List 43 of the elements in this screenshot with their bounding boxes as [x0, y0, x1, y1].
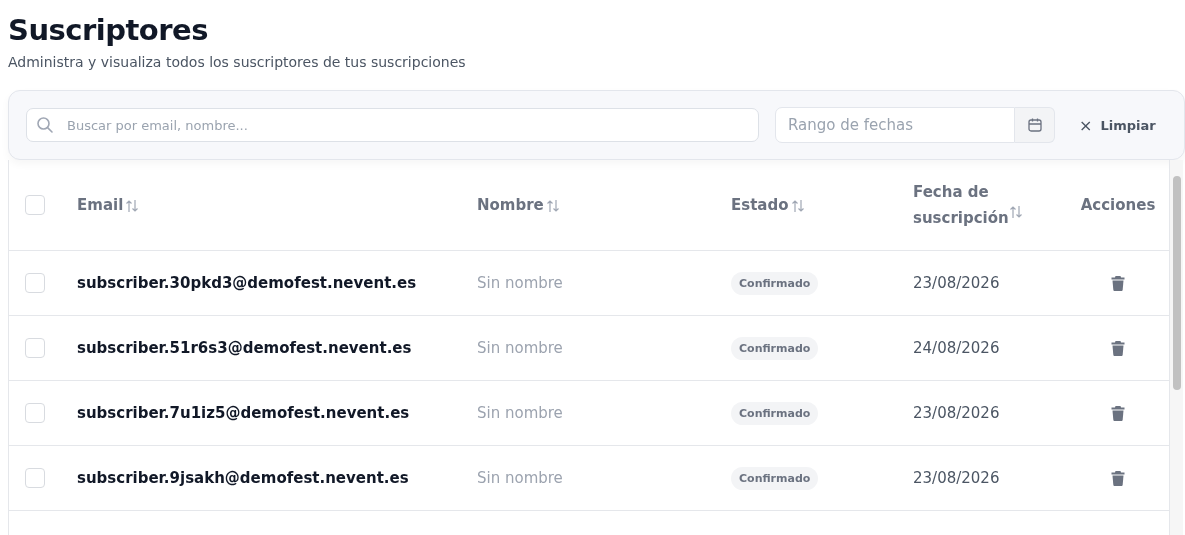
sort-icon[interactable] [125, 198, 140, 213]
column-header[interactable]: Estado [731, 192, 805, 218]
column-header[interactable]: Email [77, 192, 140, 218]
calendar-icon [1026, 117, 1043, 133]
trash-icon[interactable] [1111, 470, 1125, 486]
date-cell: 23/08/2026 [913, 274, 1000, 292]
page-title: Suscriptores [8, 12, 209, 48]
search-field[interactable]: Buscar por email, nombre... [26, 108, 759, 142]
email-cell: subscriber.9jsakh@demofest.nevent.es [77, 469, 409, 487]
column-header[interactable]: Fecha de suscripción [913, 179, 1043, 231]
email-cell: subscriber.7u1iz5@demofest.nevent.es [77, 404, 410, 422]
select-all-checkbox[interactable] [25, 195, 45, 215]
sort-icon[interactable] [790, 198, 805, 213]
row-checkbox[interactable] [25, 468, 45, 488]
date-cell: 24/08/2026 [913, 339, 1000, 357]
row-checkbox[interactable] [25, 273, 45, 293]
sort-icon[interactable] [1008, 204, 1023, 219]
status-badge: Confirmado [731, 466, 819, 490]
email-cell: subscriber.30pkd3@demofest.nevent.es [77, 274, 417, 292]
status-badge: Confirmado [731, 271, 819, 295]
trash-icon[interactable] [1111, 405, 1125, 421]
status-badge: Confirmado [731, 401, 819, 425]
status-badge: Confirmado [731, 336, 819, 360]
sort-icon[interactable] [545, 198, 560, 213]
trash-icon[interactable] [1111, 275, 1125, 291]
row-checkbox[interactable] [25, 403, 45, 423]
date-cell: 23/08/2026 [913, 469, 1000, 487]
date-cell: 23/08/2026 [913, 404, 1000, 422]
clear-button[interactable]: × Limpiar [1071, 109, 1164, 141]
page-subtitle: Administra y visualiza todos los suscriptores de tus suscripciones [8, 53, 467, 72]
row-checkbox[interactable] [25, 338, 45, 358]
name-cell: Sin nombre [477, 404, 563, 422]
column-header: Acciones [1080, 194, 1156, 216]
name-cell: Sin nombre [477, 274, 563, 292]
scrollbar[interactable] [1169, 160, 1183, 535]
search-icon [36, 116, 54, 134]
date-range-field[interactable]: Rango de fechas [775, 107, 1015, 143]
email-cell: subscriber.51r6s3@demofest.nevent.es [77, 339, 412, 357]
name-cell: Sin nombre [477, 469, 563, 487]
calendar-button[interactable] [1015, 107, 1055, 143]
name-cell: Sin nombre [477, 339, 563, 357]
trash-icon[interactable] [1111, 340, 1125, 356]
column-header[interactable]: Nombre [477, 192, 560, 218]
